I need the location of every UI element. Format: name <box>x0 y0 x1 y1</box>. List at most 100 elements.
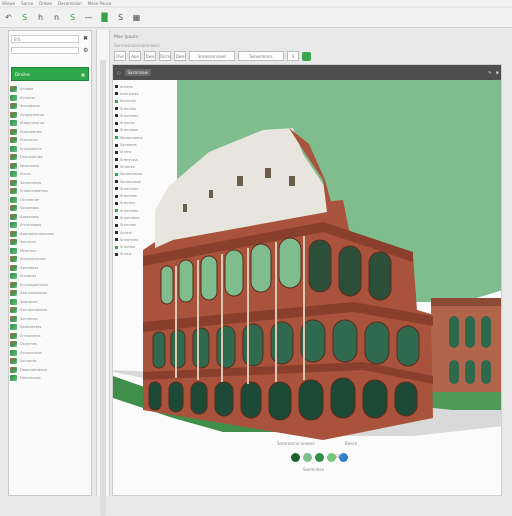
list-item[interactable]: Sooeneeses <box>10 323 90 332</box>
list-item[interactable]: Srsinsimens <box>10 145 90 154</box>
list-item[interactable]: Sosmonsnmnomes <box>10 230 90 239</box>
chart-icon[interactable]: █ <box>100 13 109 22</box>
list-item[interactable]: Srmrnes <box>115 200 175 207</box>
list-item[interactable]: Socsenoss <box>10 204 90 213</box>
list-item[interactable]: Srmnnes <box>115 105 175 112</box>
field-1[interactable]: Dvs <box>114 51 126 61</box>
list-item[interactable]: Mnsmnnss <box>10 162 90 171</box>
list-item[interactable]: Srroonnseamss <box>10 187 90 196</box>
list-item[interactable]: Snsiomenes <box>10 128 90 137</box>
pager-dot[interactable] <box>303 453 312 462</box>
close-icon[interactable]: ✖ <box>83 35 90 42</box>
list-item[interactable]: Srrrsnnsoes <box>10 221 90 230</box>
list-item[interactable]: Scrmnss <box>10 94 90 103</box>
list-item[interactable]: Mnsmms <box>10 247 90 256</box>
list-item[interactable]: Anirate <box>10 85 90 94</box>
field-4[interactable]: Dicre <box>159 51 171 61</box>
menu-item-tools[interactable]: Desarresion <box>58 1 82 6</box>
filter-input[interactable] <box>11 47 79 54</box>
list-item[interactable]: Smmres <box>115 163 175 170</box>
list-item[interactable]: Srnnmmes <box>115 214 175 221</box>
scrollbar[interactable] <box>100 60 106 516</box>
list-item[interactable]: Snnns <box>10 170 90 179</box>
field-6[interactable]: Snrensnnnaes <box>189 51 235 61</box>
pager-dot[interactable] <box>291 453 300 462</box>
list-item[interactable]: Srmnnnss <box>115 156 175 163</box>
list-item-label: Ssnnenmennss <box>20 308 48 313</box>
list-item[interactable]: Ssmmnes <box>10 315 90 324</box>
list-item[interactable]: Srosnmes <box>10 136 90 145</box>
list-item[interactable]: Dsnnmes <box>10 340 90 349</box>
list-item-label: Mnsmms <box>20 248 37 253</box>
list-item[interactable]: Sminrres <box>115 98 175 105</box>
list-item[interactable]: Dmnmnoes <box>10 374 90 383</box>
grid-icon[interactable]: ▦ <box>132 13 141 22</box>
menu-item-view[interactable]: Dnkee <box>39 1 52 6</box>
list-item[interactable]: Srmnnass <box>115 127 175 134</box>
pager-dot[interactable] <box>315 453 324 462</box>
field-3[interactable]: Dwe <box>144 51 156 61</box>
back-icon[interactable]: ↶ <box>4 13 13 22</box>
list-item[interactable]: Srnms <box>115 149 175 156</box>
list-item[interactable]: Sosmmse <box>10 298 90 307</box>
list-item[interactable]: Staonnmonss <box>10 119 90 128</box>
h-icon[interactable]: h <box>36 13 45 22</box>
list-item-label: Srrrosnmes <box>20 333 41 338</box>
list-item[interactable]: Srnnmees <box>115 207 175 214</box>
field-8[interactable]: S <box>287 51 299 61</box>
list-item[interactable]: Ssrnones <box>10 357 90 366</box>
menu-item-file[interactable]: Wiewe <box>2 1 15 6</box>
list-item[interactable]: Srrrosnmes <box>10 332 90 341</box>
list-item[interactable]: Snmonss <box>10 272 90 281</box>
list-item[interactable]: Scronnmnss <box>10 349 90 358</box>
field-2[interactable]: Aoe <box>129 51 141 61</box>
list-item[interactable]: Sanmnonss <box>115 178 175 185</box>
s-icon[interactable]: S <box>116 13 125 22</box>
list-item[interactable]: Snonsonsnoss <box>10 255 90 264</box>
list-item[interactable]: Snnseseommss <box>10 281 90 290</box>
dash-icon[interactable]: — <box>84 13 93 22</box>
list-item[interactable]: Srnnmnes <box>115 236 175 243</box>
tab-icon[interactable]: ○ <box>117 70 121 75</box>
list-item[interactable]: Socsenenss <box>10 179 90 188</box>
settings-icon[interactable]: ⚙ <box>83 47 90 54</box>
list-item-label: Srnms <box>120 150 132 155</box>
list-item[interactable]: Armrnares <box>115 90 175 97</box>
content-tab[interactable]: Sasnnnaw <box>124 69 151 76</box>
list-item[interactable]: Ocrromner <box>10 196 90 205</box>
menu-item-edit[interactable]: Sanse <box>21 1 33 6</box>
list-item[interactable]: Smrne <box>115 229 175 236</box>
list-item[interactable]: Sanmmenss <box>115 171 175 178</box>
list-item[interactable]: Ssnmeoss <box>10 264 90 273</box>
search-input[interactable]: B'S <box>11 35 79 43</box>
list-item[interactable]: Srmmes <box>115 244 175 251</box>
list-item[interactable]: Snnsoterss <box>10 102 90 111</box>
field-7[interactable]: Sonesmnns <box>238 51 284 61</box>
list-item[interactable]: Dssnnsernes <box>10 153 90 162</box>
list-item[interactable]: Srnmnes <box>115 222 175 229</box>
list-item-label: Bossenoss <box>20 214 39 219</box>
s-icon[interactable]: S <box>20 13 29 22</box>
list-item[interactable]: Ssmnsns <box>10 238 90 247</box>
list-item[interactable]: Srnme <box>115 251 175 258</box>
primary-button[interactable]: Dimiles ▦ <box>11 67 89 81</box>
list-item[interactable]: Sinsesnennss <box>10 111 90 120</box>
list-item[interactable]: Srmmnss <box>115 192 175 199</box>
list-item[interactable]: Sannmes <box>115 141 175 148</box>
close-icon[interactable]: ✖ <box>496 70 501 75</box>
list-item[interactable]: Ssnnenmennss <box>10 306 90 315</box>
list-item[interactable]: Doonnmmenes <box>10 366 90 375</box>
list-item[interactable]: Srnmnnes <box>115 185 175 192</box>
list-item-label: Sanmnonss <box>120 179 141 184</box>
s-icon[interactable]: S <box>68 13 77 22</box>
list-item[interactable]: Srnnnes <box>115 119 175 126</box>
list-item[interactable]: Sanmnnenss <box>115 134 175 141</box>
list-item[interactable]: Srnnnmes <box>115 112 175 119</box>
list-item[interactable]: Arrtess <box>115 83 175 90</box>
field-5[interactable]: Dwe <box>174 51 186 61</box>
list-item[interactable]: Bossenoss <box>10 213 90 222</box>
n-icon[interactable]: n <box>52 13 61 22</box>
menu-item-help[interactable]: Mese Pause <box>88 1 112 6</box>
list-item[interactable]: Sosnnnsosoass <box>10 289 90 298</box>
edit-icon[interactable]: ✎ <box>488 70 491 75</box>
